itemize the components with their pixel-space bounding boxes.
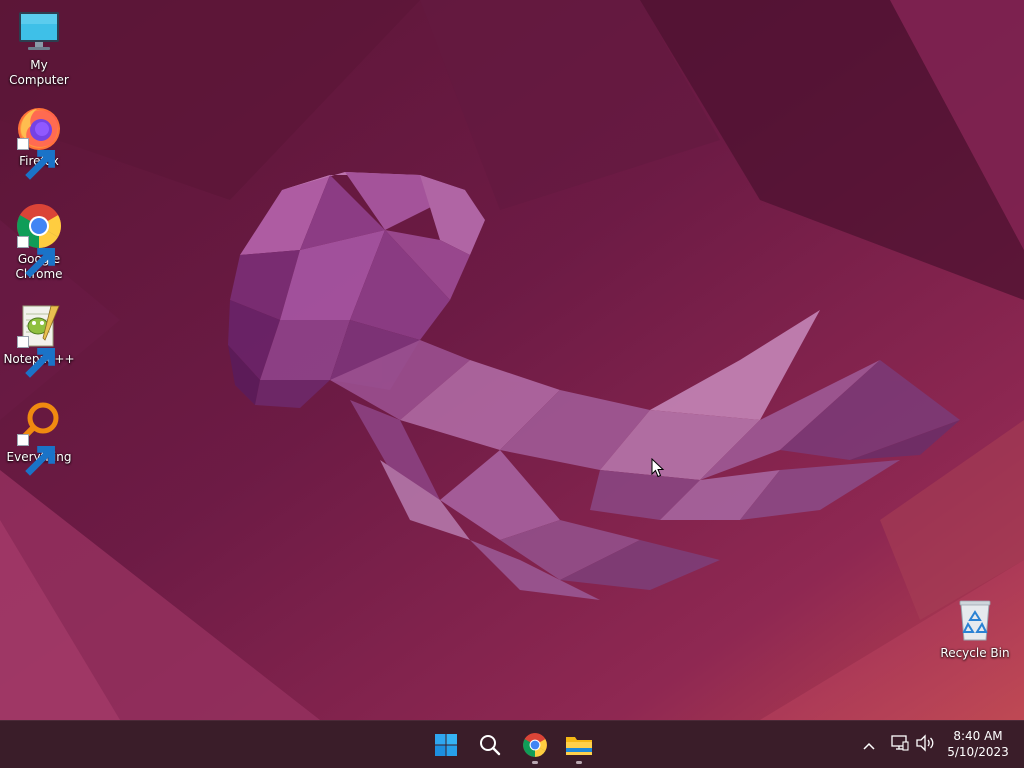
desktop-icon-firefox[interactable]: Firefox	[0, 104, 78, 180]
windows-start-icon	[434, 733, 458, 757]
desktop-icon-recycle-bin[interactable]: Recycle Bin	[936, 596, 1014, 661]
taskbar-search-button[interactable]	[470, 725, 510, 765]
taskbar: 8:40 AM 5/10/2023	[0, 720, 1024, 768]
chevron-up-icon	[862, 736, 876, 755]
wallpaper-jellyfish	[0, 0, 1024, 720]
shortcut-arrow-icon	[17, 336, 55, 378]
taskbar-start-button[interactable]	[426, 725, 466, 765]
mouse-cursor-icon	[651, 458, 665, 478]
shortcut-arrow-icon	[17, 138, 55, 180]
tray-network-button[interactable]	[889, 733, 911, 757]
desktop-icon-google-chrome[interactable]: Google Chrome	[0, 202, 78, 282]
shortcut-arrow-icon	[17, 236, 55, 278]
shortcut-arrow-icon	[17, 434, 55, 476]
running-indicator	[576, 761, 582, 764]
taskbar-file-explorer-button[interactable]	[559, 725, 599, 765]
search-icon	[478, 733, 502, 757]
running-indicator	[532, 761, 538, 764]
tray-volume-button[interactable]	[913, 733, 937, 757]
speaker-icon	[915, 734, 935, 756]
desktop-icon-notepad-plus-plus[interactable]: Notepad++	[0, 302, 78, 378]
tray-overflow-button[interactable]	[858, 733, 880, 757]
desktop-icon-everything[interactable]: Everything	[0, 400, 78, 476]
desktop-icon-label: My Computer	[9, 58, 69, 87]
folder-icon	[565, 733, 593, 757]
clock-time: 8:40 AM	[953, 729, 1003, 743]
network-icon	[891, 734, 909, 756]
chrome-icon	[522, 732, 548, 758]
tray-clock[interactable]: 8:40 AM 5/10/2023	[940, 728, 1016, 760]
desktop-icon-label: Recycle Bin	[940, 646, 1010, 660]
desktop-icon-my-computer[interactable]: My Computer	[0, 8, 78, 88]
recycle-bin-icon	[951, 596, 999, 644]
desktop: My Computer Firefox Google Chrome Notepa…	[0, 0, 1024, 720]
taskbar-chrome-button[interactable]	[515, 725, 555, 765]
clock-date: 5/10/2023	[947, 745, 1009, 759]
monitor-icon	[15, 8, 63, 56]
